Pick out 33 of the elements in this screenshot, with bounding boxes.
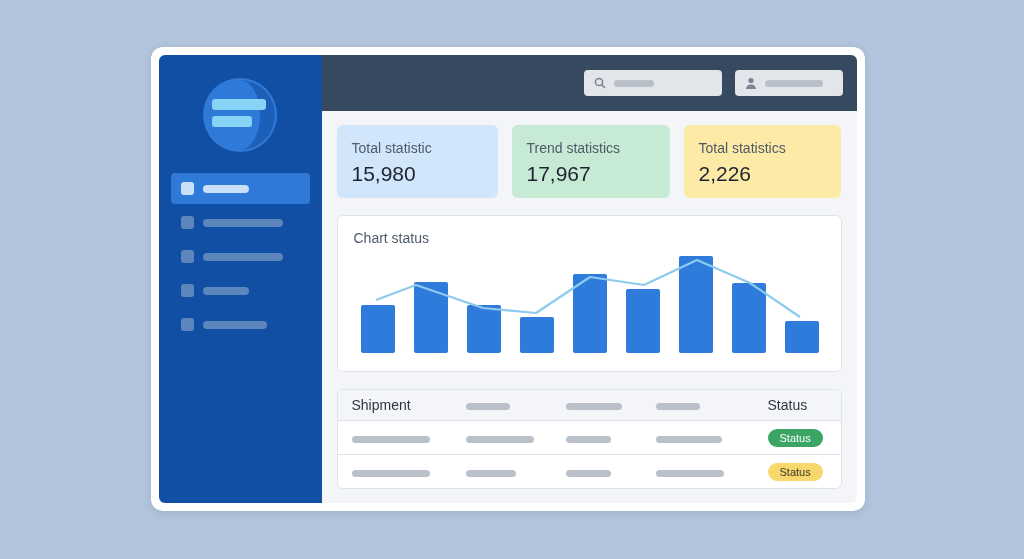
- placeholder-line: [565, 435, 611, 443]
- status-badge: Status: [767, 462, 823, 481]
- chart-bar: [519, 317, 554, 353]
- nav-item[interactable]: [170, 173, 310, 204]
- stat-label: Total statistics: [698, 140, 787, 156]
- placeholder-line: [655, 403, 700, 410]
- placeholder-line: [565, 403, 622, 410]
- placeholder-line: [565, 469, 611, 477]
- placeholder-line: [465, 403, 510, 410]
- search-icon: [593, 77, 606, 89]
- column-header: Shipment: [351, 397, 412, 413]
- placeholder-line: [465, 435, 534, 443]
- stat-value: 2,226: [698, 162, 753, 186]
- placeholder-line: [465, 469, 516, 477]
- status-badge: Status: [767, 428, 823, 447]
- chart-bar: [360, 305, 395, 353]
- user-icon: [744, 77, 757, 89]
- user-menu[interactable]: [734, 70, 843, 96]
- chart-bar: [466, 305, 501, 353]
- stat-label: Trend statistics: [526, 140, 622, 156]
- placeholder-line: [655, 435, 722, 443]
- placeholder-line: [655, 469, 724, 477]
- search-field[interactable]: [583, 70, 722, 96]
- logo-icon: [202, 77, 278, 153]
- chart-bar: [784, 321, 819, 353]
- stat-label: Total statistic: [351, 140, 433, 156]
- chart-bar: [731, 283, 766, 353]
- stat-value: 17,967: [526, 162, 592, 186]
- stat-value: 15,980: [351, 162, 417, 186]
- chart-bar: [625, 289, 660, 353]
- chart-title: Chart status: [353, 230, 430, 246]
- chart-bar: [413, 282, 448, 353]
- column-header: Status: [766, 397, 808, 413]
